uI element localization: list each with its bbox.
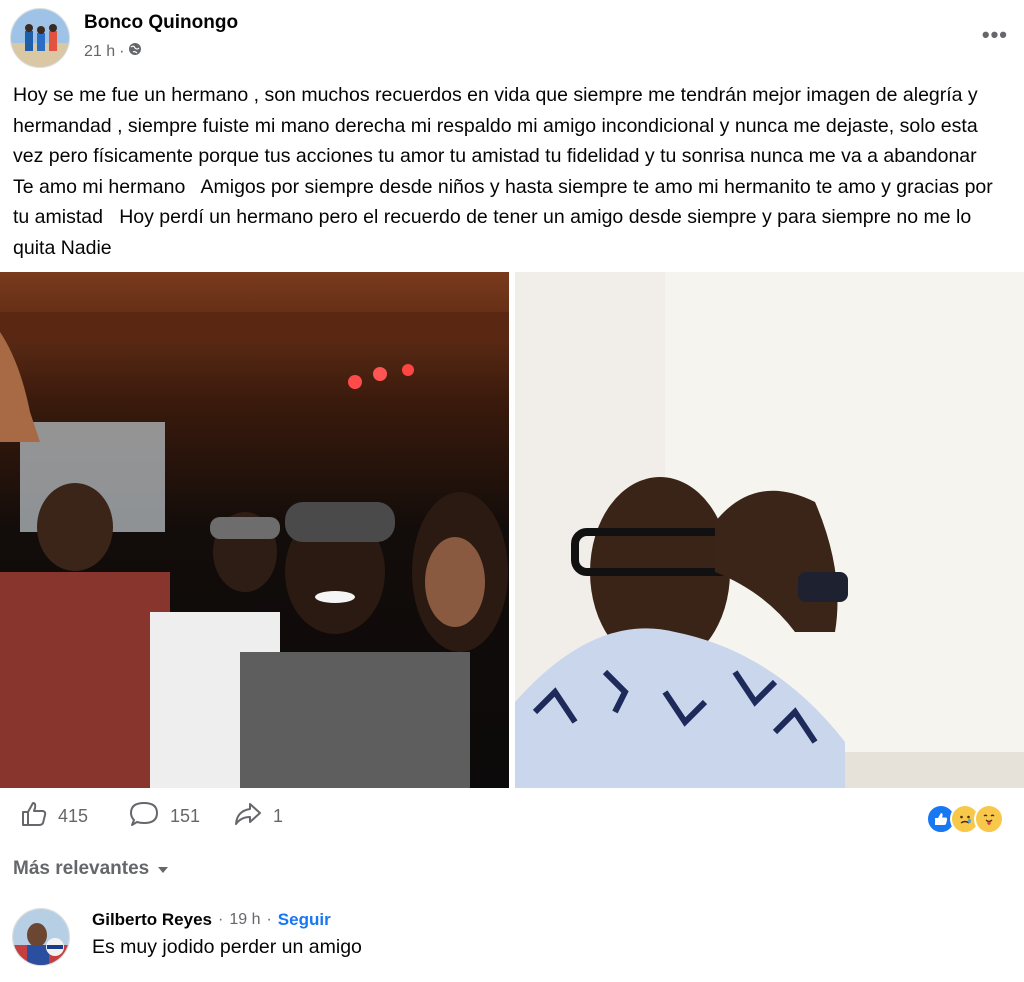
sort-label: Más relevantes [13,858,150,879]
follow-button[interactable]: Seguir [278,910,331,930]
share-button[interactable]: 1 [233,800,283,833]
post-time[interactable]: 21 h [84,43,115,61]
comment-sort-dropdown[interactable]: Más relevantes [13,858,169,880]
caret-down-icon [157,858,169,880]
hug-icon [974,804,1004,834]
more-options-button[interactable]: ••• [982,22,1008,48]
like-count: 415 [58,806,89,826]
share-count: 1 [273,806,284,826]
comment-bubble-icon [128,800,160,833]
like-button[interactable]: 415 [20,800,88,833]
comment-separator: · [218,911,224,928]
post-header: Bonco Quinongo 21 h · ••• [10,8,1014,68]
comment-header: Gilberto Reyes · 19 h · Seguir [92,910,331,930]
comment-separator-2: · [266,911,272,928]
comment-button[interactable]: 151 [128,800,200,833]
thumbs-up-icon [20,800,48,833]
post-meta: 21 h · [84,42,142,61]
meta-separator: · [119,42,125,60]
comment-text: Es muy jodido perder un amigo [92,936,362,958]
share-arrow-icon [233,800,263,833]
commenter-name[interactable]: Gilberto Reyes [92,910,212,930]
photo-grid [0,272,1024,788]
globe-icon [128,42,142,61]
commenter-avatar[interactable] [12,908,70,966]
comment-item: Gilberto Reyes · 19 h · Seguir Es muy jo… [0,904,1024,982]
reaction-summary[interactable] [926,804,1004,834]
photo-group-selfie[interactable] [0,272,509,788]
photo-man-saluting[interactable] [515,272,1024,788]
comment-count: 151 [170,806,201,826]
author-name[interactable]: Bonco Quinongo [84,12,238,34]
post-text: Hoy se me fue un hermano , son muchos re… [13,84,999,259]
comment-time[interactable]: 19 h [229,911,260,929]
post-actions: 415 151 1 [0,800,1024,840]
author-avatar[interactable] [10,8,70,68]
